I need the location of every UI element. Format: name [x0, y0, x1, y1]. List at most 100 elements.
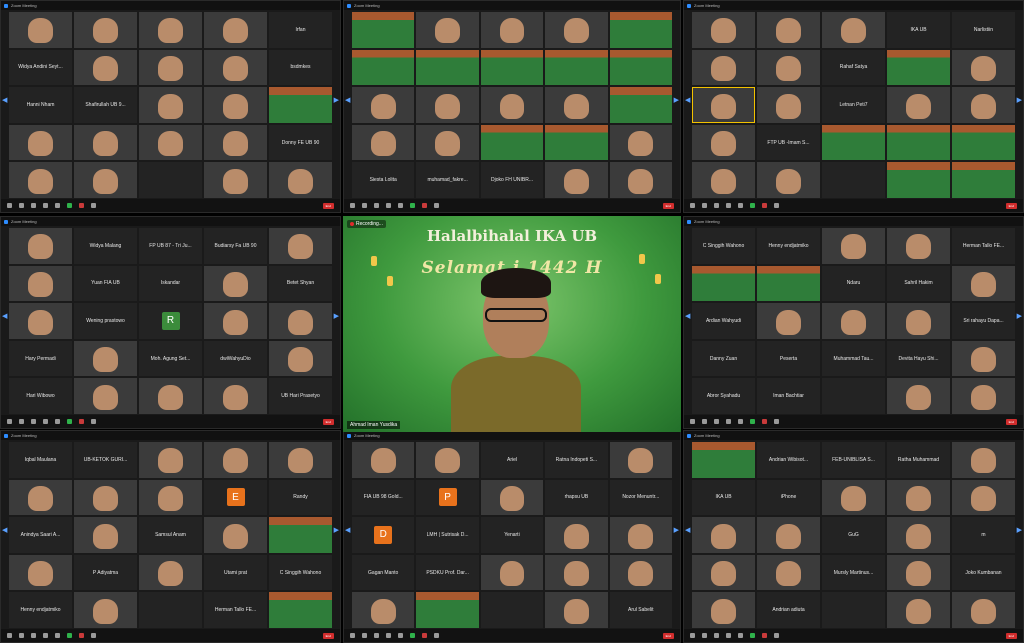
participant-tile[interactable]	[204, 378, 267, 414]
participant-tile[interactable]	[204, 442, 267, 478]
participant-tile[interactable]	[9, 228, 72, 264]
record-icon[interactable]	[79, 419, 84, 424]
mic-icon[interactable]	[690, 203, 695, 208]
share-screen-icon[interactable]	[67, 633, 72, 638]
participant-tile[interactable]	[887, 228, 950, 264]
participant-tile[interactable]: P	[416, 479, 479, 516]
end-meeting-button[interactable]: End	[322, 418, 334, 425]
participant-tile[interactable]	[692, 12, 755, 48]
participant-tile[interactable]: Iskandar	[139, 265, 202, 302]
participant-tile[interactable]	[757, 12, 820, 48]
reactions-icon[interactable]	[774, 203, 779, 208]
participant-tile[interactable]	[269, 228, 332, 264]
participant-tile[interactable]: E	[204, 479, 267, 516]
participant-tile[interactable]	[887, 554, 950, 591]
reactions-icon[interactable]	[434, 633, 439, 638]
participant-tile[interactable]: D	[352, 517, 415, 553]
participant-tile[interactable]: bsdmkes	[269, 49, 332, 86]
participant-tile[interactable]	[416, 124, 479, 161]
participant-tile[interactable]	[545, 162, 608, 198]
participant-tile[interactable]	[9, 303, 72, 339]
participant-tile[interactable]	[352, 442, 415, 478]
security-icon[interactable]	[31, 203, 36, 208]
video-camera-icon[interactable]	[19, 203, 24, 208]
record-icon[interactable]	[422, 203, 427, 208]
participant-tile[interactable]: C Singgih Wahono	[269, 554, 332, 591]
participant-tile[interactable]	[545, 517, 608, 553]
participant-tile[interactable]: FTP UB -Imam S...	[757, 124, 820, 161]
participant-tile[interactable]: Donny FE UB 90	[269, 124, 332, 161]
share-screen-icon[interactable]	[67, 203, 72, 208]
participant-tile[interactable]	[74, 49, 137, 86]
participant-tile[interactable]	[139, 12, 202, 48]
participant-tile[interactable]	[952, 49, 1015, 86]
reactions-icon[interactable]	[91, 419, 96, 424]
participant-tile[interactable]	[74, 517, 137, 553]
participant-tile[interactable]: C Singgih Wahono	[692, 228, 755, 264]
participant-tile[interactable]	[204, 265, 267, 302]
participant-tile[interactable]: Randy	[269, 479, 332, 516]
record-icon[interactable]	[79, 633, 84, 638]
participant-tile[interactable]: Widya Andini Seyt...	[9, 49, 72, 86]
participant-tile[interactable]	[480, 554, 544, 591]
participant-tile[interactable]	[822, 228, 885, 264]
end-meeting-button[interactable]: End	[662, 202, 674, 209]
participant-tile[interactable]	[692, 49, 755, 86]
participant-tile[interactable]	[692, 124, 755, 161]
participant-tile[interactable]	[480, 479, 544, 516]
participant-tile[interactable]: FEB-UNIBLISA S...	[822, 442, 885, 478]
participant-tile[interactable]: Samsul Anam	[139, 517, 202, 553]
participant-tile[interactable]: Herman Tallo FE...	[204, 592, 267, 628]
participant-tile[interactable]	[204, 162, 267, 198]
recording-indicator[interactable]: Recording...	[347, 220, 386, 228]
participant-tile-virtual-background[interactable]	[887, 124, 950, 161]
participant-tile-virtual-background[interactable]	[269, 87, 332, 123]
participant-tile[interactable]	[952, 87, 1015, 123]
participant-tile[interactable]	[9, 162, 72, 198]
end-meeting-button[interactable]: End	[322, 202, 334, 209]
participant-tile[interactable]: Siesta Lolita	[352, 162, 415, 198]
chat-icon[interactable]	[398, 203, 403, 208]
participant-tile-virtual-background[interactable]	[269, 592, 332, 628]
participant-tile[interactable]	[887, 378, 950, 414]
next-page-arrow-icon[interactable]: ▶	[674, 96, 679, 104]
video-camera-icon[interactable]	[702, 203, 707, 208]
next-page-arrow-icon[interactable]: ▶	[1017, 526, 1022, 534]
participant-tile-virtual-background[interactable]	[887, 49, 950, 86]
reactions-icon[interactable]	[774, 633, 779, 638]
participant-tile[interactable]: Budiarsy Fa UB 90	[204, 228, 267, 264]
participants-icon[interactable]	[726, 419, 731, 424]
prev-page-arrow-icon[interactable]: ◀	[685, 526, 690, 534]
participant-tile[interactable]	[692, 592, 755, 628]
participant-tile-virtual-background[interactable]	[609, 49, 672, 86]
participant-tile[interactable]: Abror Syahadu	[692, 378, 755, 414]
participants-icon[interactable]	[43, 633, 48, 638]
participants-icon[interactable]	[726, 633, 731, 638]
reactions-icon[interactable]	[774, 419, 779, 424]
participant-tile[interactable]: Ndaru	[822, 265, 885, 302]
share-screen-icon[interactable]	[67, 419, 72, 424]
participant-tile[interactable]	[204, 124, 267, 161]
participant-tile[interactable]	[139, 87, 202, 123]
participant-tile[interactable]	[822, 592, 885, 628]
reactions-icon[interactable]	[91, 203, 96, 208]
participant-tile[interactable]	[609, 517, 672, 553]
participant-tile[interactable]	[9, 479, 72, 516]
participant-tile[interactable]	[545, 592, 608, 628]
participant-tile[interactable]: Mursly Martinus...	[822, 554, 885, 591]
participant-tile[interactable]: Hary Permadi	[9, 340, 72, 377]
participant-tile[interactable]: muhamad_fakre...	[416, 162, 479, 198]
chat-icon[interactable]	[738, 633, 743, 638]
prev-page-arrow-icon[interactable]: ◀	[2, 312, 7, 320]
participant-tile[interactable]: Widya Malang	[74, 228, 137, 264]
participant-tile[interactable]: iPhone	[757, 479, 820, 516]
share-screen-icon[interactable]	[410, 633, 415, 638]
participant-tile[interactable]: Andrian adiuta	[757, 592, 820, 628]
participant-tile[interactable]: Iman Bachtiar	[757, 378, 820, 414]
end-meeting-button[interactable]: End	[322, 632, 334, 639]
participant-tile[interactable]: Utami prat	[204, 554, 267, 591]
participant-tile[interactable]	[74, 340, 137, 377]
participant-tile[interactable]: m	[952, 517, 1015, 553]
participant-tile-virtual-background[interactable]	[609, 87, 672, 123]
participant-tile-virtual-background[interactable]	[887, 162, 950, 198]
